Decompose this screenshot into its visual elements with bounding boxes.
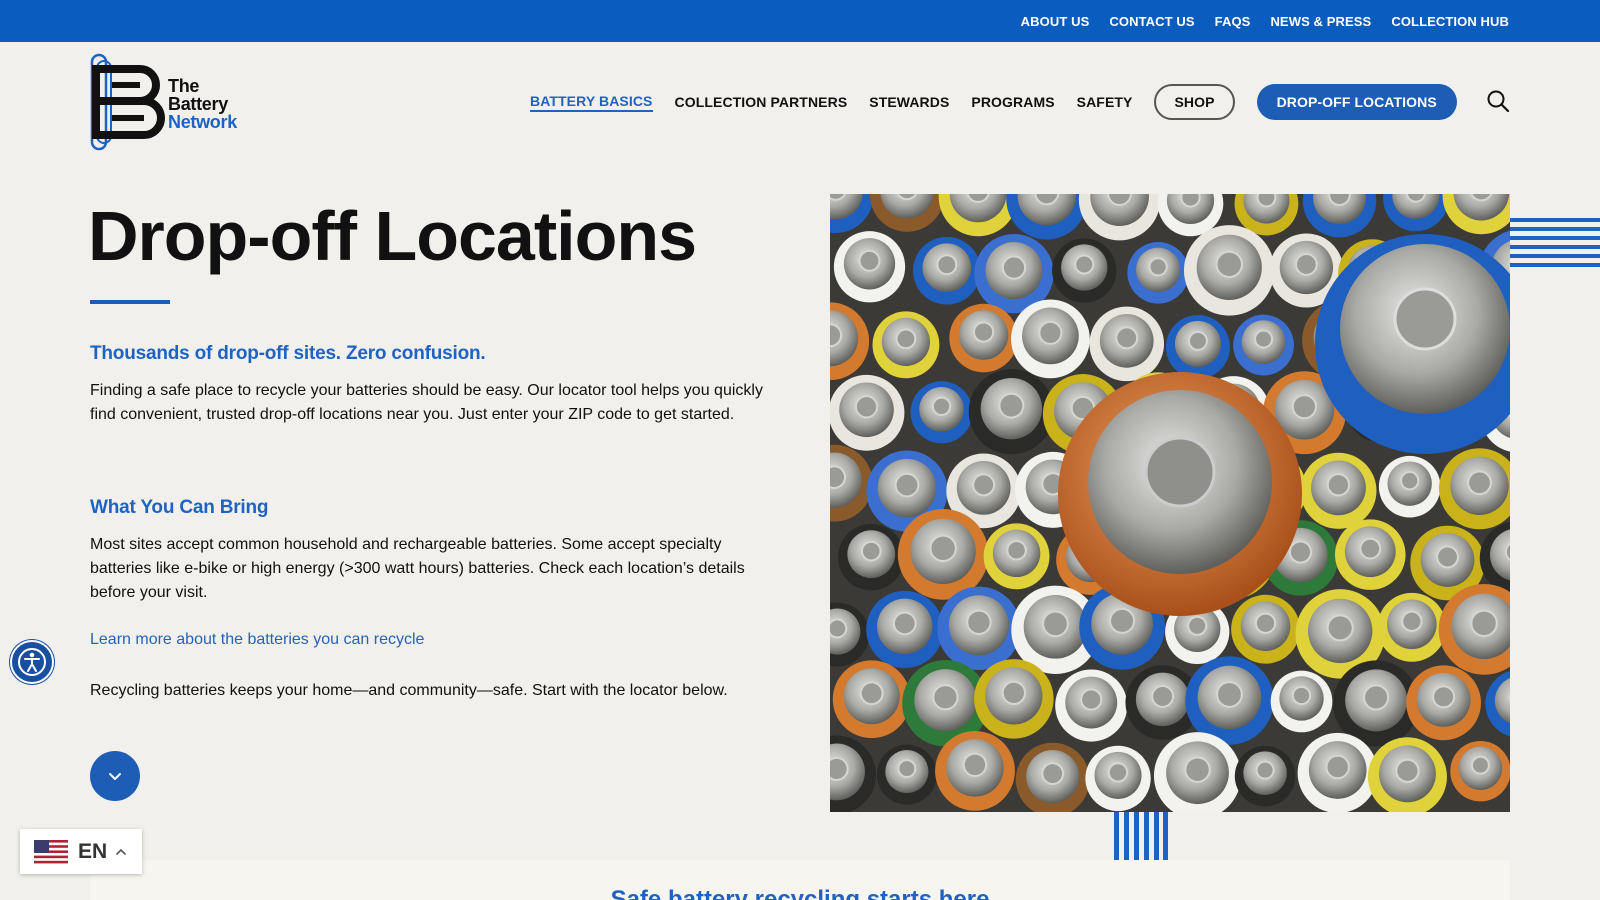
faqs-link[interactable]: FAQS (1215, 14, 1251, 29)
title-underline (90, 300, 170, 304)
nav-collection-partners[interactable]: COLLECTION PARTNERS (675, 94, 848, 110)
search-icon (1487, 90, 1510, 113)
hero-batteries-image (830, 194, 1510, 812)
learn-more-link[interactable]: Learn more about the batteries you can r… (90, 631, 424, 649)
chevron-up-icon (116, 848, 126, 855)
logo-wordmark: The Battery Network (168, 77, 237, 131)
logo-line-2: Battery (168, 94, 228, 114)
chevron-down-icon (109, 773, 121, 780)
us-flag-icon (34, 839, 68, 864)
locator-heading: Safe battery recycling starts here (610, 886, 990, 900)
utility-bar: ABOUT US CONTACT US FAQS NEWS & PRESS CO… (0, 0, 1600, 42)
locator-section: Safe battery recycling starts here (90, 860, 1510, 900)
batteries-photo (830, 194, 1510, 812)
closing-paragraph: Recycling batteries keeps your home—and … (90, 682, 728, 699)
contact-us-link[interactable]: CONTACT US (1109, 14, 1194, 29)
accessibility-icon (18, 648, 46, 676)
nav-programs[interactable]: PROGRAMS (971, 94, 1054, 110)
section-body-dropoff-sites: Finding a safe place to recycle your bat… (90, 382, 763, 423)
decorative-vertical-lines (1114, 812, 1168, 860)
search-button[interactable] (1486, 89, 1510, 113)
section-heading-what-you-can-bring: What You Can Bring (90, 497, 269, 518)
drop-off-locations-button[interactable]: DROP-OFF LOCATIONS (1256, 84, 1457, 120)
site-logo[interactable]: The Battery Network (90, 53, 250, 151)
nav-stewards[interactable]: STEWARDS (869, 94, 949, 110)
logo-line-1: The (168, 76, 200, 96)
accessibility-button[interactable] (10, 640, 54, 684)
nav-battery-basics[interactable]: BATTERY BASICS (530, 93, 653, 112)
logo-line-3: Network (168, 112, 237, 132)
collection-hub-link[interactable]: COLLECTION HUB (1391, 14, 1509, 29)
about-us-link[interactable]: ABOUT US (1021, 14, 1090, 29)
scroll-down-button[interactable] (90, 751, 140, 801)
section-body-what-you-can-bring: Most sites accept common household and r… (90, 536, 745, 601)
news-press-link[interactable]: NEWS & PRESS (1270, 14, 1371, 29)
battery-network-logo-mark (90, 53, 165, 151)
shop-button[interactable]: SHOP (1154, 84, 1235, 120)
page-title: Drop-off Locations (88, 197, 697, 275)
language-selector[interactable]: EN (20, 829, 142, 874)
section-heading-dropoff-sites: Thousands of drop-off sites. Zero confus… (90, 343, 486, 364)
decorative-horizontal-lines (1510, 218, 1600, 274)
language-code: EN (78, 839, 108, 863)
main-nav: BATTERY BASICS COLLECTION PARTNERS STEWA… (530, 84, 1457, 120)
nav-safety[interactable]: SAFETY (1077, 94, 1133, 110)
